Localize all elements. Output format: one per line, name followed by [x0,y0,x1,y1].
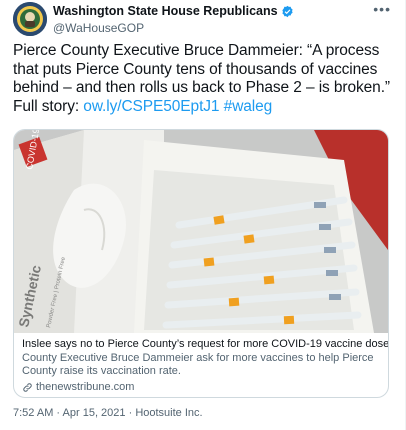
tweet-date[interactable]: Apr 15, 2021 [63,407,126,419]
account-name[interactable]: Washington State House Republicans [53,4,278,18]
card-title[interactable]: Inslee says no to Pierce County’s reques… [22,338,388,350]
tweet-link[interactable]: ow.ly/CSPE50EptJ1 [83,98,219,115]
card-domain-text: thenewstribune.com [36,381,135,393]
hashtag-link[interactable]: #waleg [224,98,273,115]
card-image[interactable]: COVID-19 Synthetic Powder Free | Protein… [14,130,388,333]
vaccine-syringes-photo: COVID-19 Synthetic Powder Free | Protein… [14,130,388,333]
card-description: County Executive Bruce Dammeier ask for … [22,352,374,377]
more-options-icon[interactable]: ••• [373,1,391,17]
account-name-line: Washington State House Republicans [53,4,294,18]
state-seal-avatar-icon [13,2,47,36]
verified-badge-icon [281,5,293,17]
account-avatar[interactable] [13,2,47,36]
tweet: Washington State House Republicans @WaHo… [0,0,406,430]
tweet-time[interactable]: 7:52 AM [13,407,53,419]
link-preview-card[interactable]: COVID-19 Synthetic Powder Free | Protein… [13,129,389,398]
tweet-source[interactable]: Hootsuite Inc. [135,407,202,419]
account-handle[interactable]: @WaHouseGOP [53,21,144,35]
card-body[interactable]: Inslee says no to Pierce County’s reques… [14,334,388,393]
meta-separator: · [125,407,136,419]
link-icon [23,382,32,392]
tweet-meta: 7:52 AM · Apr 15, 2021 · Hootsuite Inc. [13,407,203,419]
card-domain[interactable]: thenewstribune.com [22,381,380,393]
tweet-text: Pierce County Executive Bruce Dammeier: … [13,42,398,116]
meta-separator: · [53,407,63,419]
